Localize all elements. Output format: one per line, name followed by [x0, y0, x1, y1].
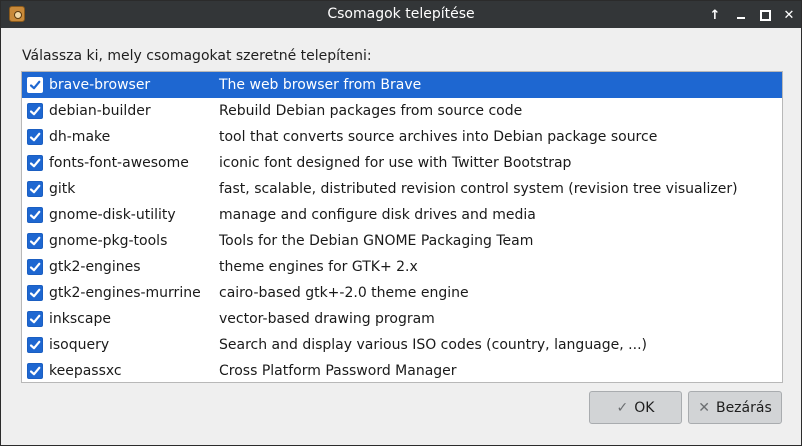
close-button[interactable]: ✕ Bezárás: [688, 391, 782, 424]
package-checkbox[interactable]: [27, 311, 43, 327]
minimize-icon: [737, 17, 745, 19]
package-checkbox[interactable]: [27, 181, 43, 197]
list-item[interactable]: gitk fast, scalable, distributed revision…: [22, 176, 782, 202]
package-checkbox[interactable]: [27, 337, 43, 353]
package-checkbox[interactable]: [27, 103, 43, 119]
keep-above-button[interactable]: ↑: [705, 5, 725, 25]
close-icon: ✕: [783, 7, 795, 23]
package-checkbox[interactable]: [27, 285, 43, 301]
package-name: inkscape: [49, 311, 111, 327]
title-bar[interactable]: Csomagok telepítése ↑ ✕: [1, 1, 801, 28]
package-name: fonts-font-awesome: [49, 155, 189, 171]
checkmark-icon: [29, 132, 41, 142]
package-description: The web browser from Brave: [219, 77, 422, 93]
package-name: gnome-pkg-tools: [49, 233, 168, 249]
ok-button-label: OK: [634, 399, 655, 416]
package-description: fast, scalable, distributed revision con…: [219, 181, 738, 197]
checkmark-icon: [29, 158, 41, 168]
package-checkbox[interactable]: [27, 129, 43, 145]
package-description: iconic font designed for use with Twitte…: [219, 155, 572, 171]
package-name: debian-builder: [49, 103, 151, 119]
list-item[interactable]: gtk2-engines-murrine cairo-based gtk+-2.0…: [22, 280, 782, 306]
package-description: cairo-based gtk+-2.0 theme engine: [219, 285, 469, 301]
package-description: Tools for the Debian GNOME Packaging Tea…: [219, 233, 534, 249]
package-description: manage and configure disk drives and med…: [219, 207, 536, 223]
checkmark-icon: [29, 184, 41, 194]
maximize-icon: [759, 9, 771, 21]
package-name: gnome-disk-utility: [49, 207, 176, 223]
close-button-label: Bezárás: [715, 399, 772, 416]
checkmark-icon: [29, 210, 41, 220]
arrow-up-icon: ↑: [709, 7, 721, 23]
maximize-button[interactable]: [755, 5, 775, 25]
package-description: Rebuild Debian packages from source code: [219, 103, 523, 119]
list-item[interactable]: gnome-disk-utility manage and configure d…: [22, 202, 782, 228]
package-name: isoquery: [49, 337, 110, 353]
package-name: brave-browser: [49, 77, 151, 93]
package-description: vector-based drawing program: [219, 311, 435, 327]
checkmark-icon: [29, 262, 41, 272]
check-icon: ✓: [616, 399, 629, 416]
package-list[interactable]: brave-browser The web browser from Brave d…: [21, 71, 783, 383]
checkmark-icon: [29, 236, 41, 246]
checkmark-icon: [29, 340, 41, 350]
package-description: Cross Platform Password Manager: [219, 363, 457, 379]
window-title: Csomagok telepítése: [327, 6, 475, 22]
package-checkbox[interactable]: [27, 233, 43, 249]
list-item[interactable]: keepassxc Cross Platform Password Manager: [22, 358, 782, 382]
checkmark-icon: [29, 106, 41, 116]
checkmark-icon: [29, 80, 41, 90]
dialog-window: Csomagok telepítése ↑ ✕ Válassza ki, mel…: [0, 0, 802, 446]
package-name: keepassxc: [49, 363, 122, 379]
package-checkbox[interactable]: [27, 259, 43, 275]
checkmark-icon: [29, 314, 41, 324]
checkmark-icon: [29, 288, 41, 298]
package-description: tool that converts source archives into …: [219, 129, 658, 145]
package-checkbox[interactable]: [27, 77, 43, 93]
list-item[interactable]: fonts-font-awesome iconic font designed f…: [22, 150, 782, 176]
package-name: gtk2-engines: [49, 259, 141, 275]
minimize-button[interactable]: [731, 5, 751, 25]
package-name: gtk2-engines-murrine: [49, 285, 201, 301]
list-item[interactable]: gnome-pkg-tools Tools for the Debian GNOM…: [22, 228, 782, 254]
instruction-label: Válassza ki, mely csomagokat szeretné te…: [22, 48, 372, 64]
checkmark-icon: [29, 366, 41, 376]
ok-button[interactable]: ✓ OK: [589, 391, 682, 424]
list-item[interactable]: gtk2-engines theme engines for GTK+ 2.x: [22, 254, 782, 280]
package-description: Search and display various ISO codes (co…: [219, 337, 647, 353]
package-checkbox[interactable]: [27, 363, 43, 379]
package-description: theme engines for GTK+ 2.x: [219, 259, 418, 275]
list-item[interactable]: dh-make tool that converts source archive…: [22, 124, 782, 150]
package-checkbox[interactable]: [27, 207, 43, 223]
list-item[interactable]: inkscape vector-based drawing program: [22, 306, 782, 332]
package-name: gitk: [49, 181, 76, 197]
list-item[interactable]: isoquery Search and display various ISO c…: [22, 332, 782, 358]
list-item[interactable]: debian-builder Rebuild Debian packages fr…: [22, 98, 782, 124]
package-checkbox[interactable]: [27, 155, 43, 171]
package-name: dh-make: [49, 129, 111, 145]
list-item[interactable]: brave-browser The web browser from Brave: [22, 72, 782, 98]
close-x-icon: ✕: [698, 399, 710, 416]
close-window-button[interactable]: ✕: [779, 5, 799, 25]
